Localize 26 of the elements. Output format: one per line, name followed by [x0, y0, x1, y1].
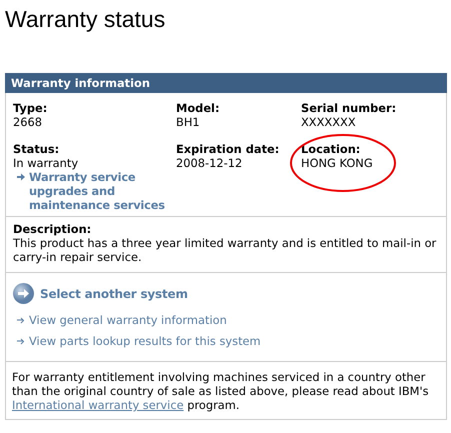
info-link[interactable]: View general warranty information [29, 313, 227, 327]
description-text: This product has a three year limited warranty and is entitled to mail-in or carry-in repair service. [13, 236, 438, 264]
arrow-icon [17, 338, 25, 344]
field-value: 2668 [13, 115, 43, 129]
field-value: BH1 [176, 115, 201, 129]
warranty-note: For warranty entitlement involving machines serviced in a country other than the original country of sale as listed above, please read about IBM's International warranty service program. [12, 370, 430, 412]
panel-header: Warranty information [5, 73, 447, 93]
arrow-circle-icon [13, 283, 34, 304]
field-value: In warranty [13, 156, 80, 170]
arrow-icon [17, 316, 25, 324]
field-value: 2008-12-12 [176, 156, 244, 170]
field-label: Location: [301, 142, 362, 156]
field-value: HONG KONG [301, 156, 374, 170]
field-value: XXXXXXX [301, 115, 357, 129]
field-label: Serial number: [301, 101, 398, 115]
page-title: Warranty status [5, 6, 166, 32]
field-label: Model: [176, 101, 220, 115]
field-label: Expiration date: [176, 142, 280, 156]
select-system-link[interactable]: Select another system [40, 286, 188, 300]
field-label: Type: [13, 101, 48, 115]
service-link[interactable]: Warranty service upgrades and maintenance services [29, 170, 176, 212]
description-label: Description: [13, 222, 92, 236]
info-link[interactable]: View parts lookup results for this system [29, 334, 261, 348]
field-label: Status: [13, 142, 60, 156]
arrow-icon [17, 173, 25, 181]
international-warranty-link[interactable]: International warranty service [12, 398, 184, 412]
